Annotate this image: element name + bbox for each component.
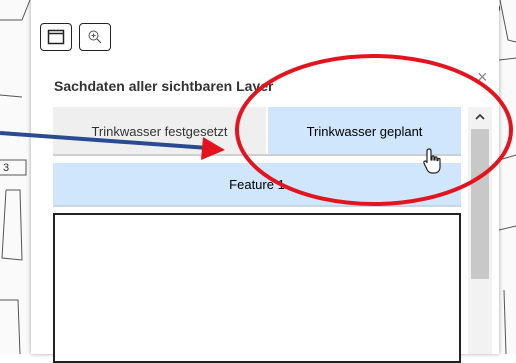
panel-title: Sachdaten aller sichtbaren Layer bbox=[54, 78, 274, 94]
attribute-panel: Sachdaten aller sichtbaren Layer × Trink… bbox=[31, 0, 499, 363]
tab-divider bbox=[53, 154, 461, 156]
tab-trinkwasser-festgesetzt[interactable]: Trinkwasser festgesetzt bbox=[53, 107, 266, 155]
feature-button[interactable]: Feature 1 bbox=[53, 163, 461, 207]
tab-label: Trinkwasser festgesetzt bbox=[91, 123, 228, 139]
zoom-in-icon bbox=[88, 30, 102, 44]
scroll-thumb[interactable] bbox=[471, 129, 489, 279]
scroll-up-arrow-icon[interactable] bbox=[468, 107, 492, 127]
zoom-button[interactable] bbox=[79, 23, 111, 51]
feature-label: Feature 1 bbox=[229, 176, 285, 192]
feature-content-area bbox=[53, 213, 461, 363]
tab-label: Trinkwasser geplant bbox=[306, 123, 423, 139]
close-icon[interactable]: × bbox=[477, 68, 488, 86]
scrollbar[interactable] bbox=[468, 107, 492, 354]
window-toggle-button[interactable] bbox=[40, 23, 72, 51]
map-label-3: 3 bbox=[3, 162, 9, 174]
window-icon bbox=[47, 29, 65, 45]
tab-trinkwasser-geplant[interactable]: Trinkwasser geplant bbox=[268, 107, 461, 155]
